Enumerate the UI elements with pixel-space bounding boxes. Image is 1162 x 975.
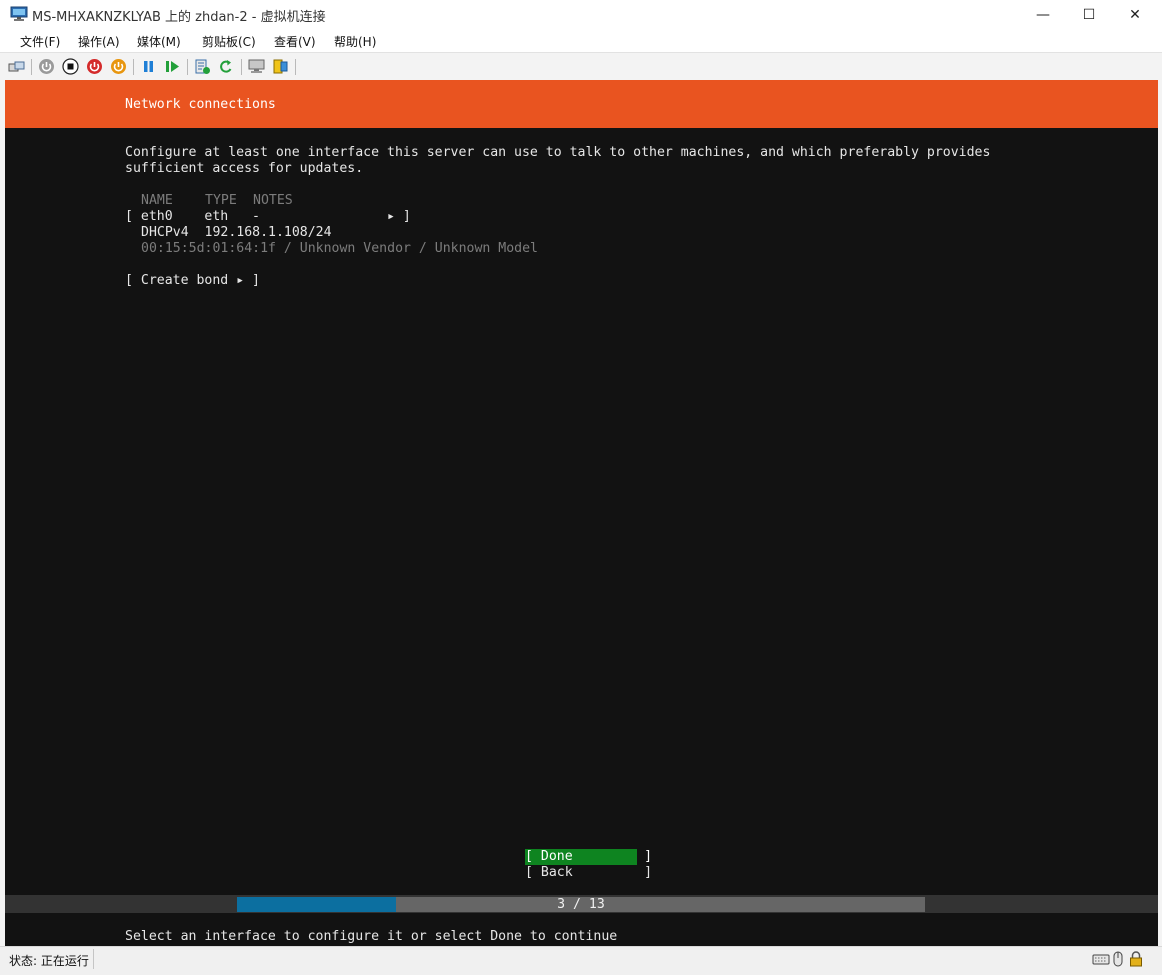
- close-button[interactable]: ✕: [1112, 0, 1158, 29]
- installer-title: Network connections: [125, 97, 276, 112]
- menu-media[interactable]: 媒体(M): [137, 33, 181, 50]
- toolbar: [0, 52, 1162, 80]
- pause-icon[interactable]: [140, 58, 157, 75]
- installer-header: Network connections: [5, 80, 1158, 128]
- status-separator: [93, 949, 94, 969]
- vm-connection-icon: [10, 6, 28, 21]
- menu-bar: 文件(F) 操作(A) 媒体(M) 剪贴板(C) 查看(V) 帮助(H): [0, 29, 1162, 52]
- interface-address: DHCPv4 192.168.1.108/24: [141, 225, 332, 240]
- create-bond-button[interactable]: [ Create bond ▸ ]: [125, 273, 260, 289]
- status-bar: 状态: 正在运行: [0, 946, 1162, 975]
- turn-off-icon[interactable]: [62, 58, 79, 75]
- start-icon[interactable]: [38, 58, 55, 75]
- progress-text: 3 / 13: [557, 897, 605, 912]
- vm-screen[interactable]: Network connections Configure at least o…: [5, 80, 1158, 946]
- vm-status: 状态: 正在运行: [9, 954, 89, 968]
- toolbar-separator: [133, 59, 134, 75]
- intro-line-1: Configure at least one interface this se…: [125, 145, 991, 160]
- interface-details: 00:15:5d:01:64:1f / Unknown Vendor / Unk…: [141, 241, 538, 256]
- checkpoint-icon[interactable]: [194, 58, 211, 75]
- menu-view[interactable]: 查看(V): [274, 33, 316, 50]
- intro-line-2: sufficient access for updates.: [125, 161, 364, 176]
- lock-icon: [1130, 951, 1142, 967]
- share-icon[interactable]: [272, 58, 289, 75]
- ctrl-alt-del-icon[interactable]: [8, 58, 25, 75]
- minimize-icon: —: [1036, 6, 1050, 23]
- menu-file[interactable]: 文件(F): [20, 33, 60, 50]
- footer-hint: Select an interface to configure it or s…: [125, 929, 618, 944]
- keyboard-icon: [1092, 954, 1110, 965]
- column-name-header: NAME: [141, 193, 173, 208]
- revert-icon[interactable]: [218, 58, 235, 75]
- menu-clipboard[interactable]: 剪贴板(C): [202, 33, 256, 50]
- toolbar-separator: [241, 59, 242, 75]
- minimize-button[interactable]: —: [1020, 0, 1066, 29]
- close-icon: ✕: [1129, 6, 1141, 23]
- title-bar: MS-MHXAKNZKLYAB 上的 zhdan-2 - 虚拟机连接 — ☐ ✕: [0, 0, 1162, 29]
- column-notes-header: NOTES: [253, 193, 293, 208]
- progress-bar: 3 / 13: [237, 897, 925, 912]
- done-button[interactable]: [ Done ]: [525, 849, 652, 865]
- maximize-button[interactable]: ☐: [1066, 0, 1112, 29]
- column-type-header: TYPE: [205, 193, 237, 208]
- window-title: MS-MHXAKNZKLYAB 上的 zhdan-2 - 虚拟机连接: [32, 10, 326, 25]
- mouse-icon: [1113, 951, 1123, 967]
- toolbar-separator: [187, 59, 188, 75]
- toolbar-separator: [31, 59, 32, 75]
- back-button[interactable]: [ Back ]: [525, 865, 652, 881]
- interface-eth0-row[interactable]: [ eth0 eth - ▸ ]: [125, 209, 411, 225]
- shutdown-icon[interactable]: [86, 58, 103, 75]
- resume-icon[interactable]: [164, 58, 181, 75]
- menu-help[interactable]: 帮助(H): [334, 33, 376, 50]
- maximize-icon: ☐: [1082, 6, 1096, 23]
- save-icon[interactable]: [110, 58, 127, 75]
- toolbar-separator: [295, 59, 296, 75]
- enhanced-session-icon[interactable]: [248, 58, 265, 75]
- menu-action[interactable]: 操作(A): [78, 33, 120, 50]
- window-right-edge: [1158, 80, 1162, 946]
